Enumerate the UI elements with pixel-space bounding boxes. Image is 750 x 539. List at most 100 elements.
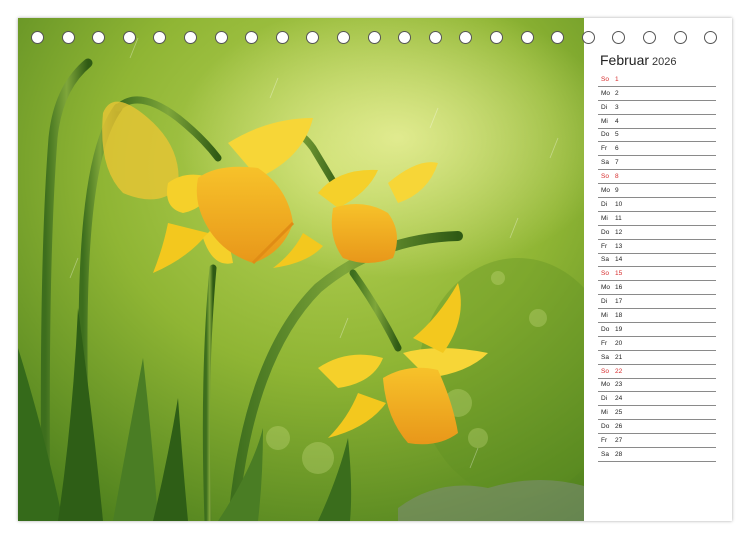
binding-ring	[214, 31, 228, 44]
weekday-label: Sa	[601, 353, 609, 361]
weekday-label: Do	[601, 423, 610, 431]
day-row: Fr 20	[598, 337, 716, 351]
weekday-label: Sa	[601, 159, 609, 167]
day-number: 9	[615, 187, 619, 195]
day-number: 15	[615, 270, 623, 278]
day-row: Sa 14	[598, 254, 716, 268]
weekday-label: Mi	[601, 409, 608, 417]
binding-ring	[643, 31, 656, 44]
day-number: 22	[615, 367, 623, 375]
calendar-page: Februar 2026 So 1 Mo 2 Di 3 Mi 4 Do 5 Fr 6 Sa 7 So 8 Mo 9 D…	[18, 18, 732, 521]
day-number: 11	[615, 214, 622, 222]
weekday-label: Mi	[601, 312, 608, 320]
binding-ring	[673, 31, 687, 44]
weekday-label: Di	[601, 200, 608, 208]
weekday-label: Mo	[601, 284, 611, 292]
binding-ring	[92, 31, 106, 44]
day-number: 21	[615, 353, 623, 361]
day-row: Sa 21	[598, 351, 716, 365]
day-row: Di 3	[598, 101, 716, 115]
binding-ring	[581, 31, 595, 44]
day-row: Mi 11	[598, 212, 716, 226]
day-number: 28	[615, 450, 623, 458]
binding-ring	[306, 31, 320, 44]
day-number: 1	[615, 75, 619, 83]
weekday-label: Mi	[601, 214, 608, 222]
weekday-label: Fr	[601, 339, 608, 347]
day-row: Do 5	[598, 129, 716, 143]
binding-ring	[520, 31, 534, 44]
binding-ring	[275, 31, 289, 44]
binding-ring	[367, 31, 381, 44]
day-number: 12	[615, 228, 623, 236]
weekday-label: Do	[601, 131, 610, 139]
weekday-label: Do	[601, 325, 610, 333]
day-list: So 1 Mo 2 Di 3 Mi 4 Do 5 Fr 6 Sa 7 So 8 Mo 9 Di 10 Mi 11 Do 12 F…	[598, 73, 716, 462]
day-number: 17	[615, 298, 623, 306]
weekday-label: So	[601, 173, 609, 181]
day-number: 10	[615, 200, 623, 208]
day-number: 3	[615, 103, 619, 111]
day-number: 19	[615, 325, 623, 333]
weekday-label: Sa	[601, 450, 609, 458]
day-row: Mi 4	[598, 115, 716, 129]
day-row: So 1	[598, 73, 716, 87]
day-number: 16	[615, 284, 623, 292]
month-name: Februar	[600, 52, 650, 68]
binding-ring	[31, 31, 44, 44]
day-number: 25	[615, 409, 623, 417]
day-row: Mo 2	[598, 87, 716, 101]
day-number: 5	[615, 131, 619, 139]
day-number: 23	[615, 381, 623, 389]
binding-ring	[337, 31, 350, 44]
day-row: Fr 13	[598, 240, 716, 254]
binding-ring	[61, 31, 75, 44]
day-number: 7	[615, 159, 619, 167]
day-row: So 8	[598, 170, 716, 185]
day-number: 6	[615, 145, 619, 153]
day-row: Mo 16	[598, 281, 716, 296]
weekday-label: Sa	[601, 256, 609, 264]
day-row: Fr 6	[598, 142, 716, 157]
binding-ring	[612, 31, 626, 44]
binding-ring	[153, 31, 167, 44]
day-row: Di 24	[598, 392, 716, 407]
day-row: Sa 7	[598, 156, 716, 171]
binding-ring	[398, 31, 412, 44]
day-number: 20	[615, 339, 623, 347]
weekday-label: Mo	[601, 381, 611, 389]
weekday-label: Di	[601, 395, 608, 403]
day-row: Di 10	[598, 198, 716, 212]
day-number: 24	[615, 395, 623, 403]
weekday-label: Di	[601, 103, 608, 111]
binding-ring	[704, 31, 718, 44]
day-number: 8	[615, 173, 619, 181]
binding-ring	[245, 31, 259, 44]
day-row: Sa 28	[598, 448, 716, 462]
weekday-label: Mi	[601, 117, 608, 125]
year: 2026	[652, 56, 677, 68]
weekday-label: Fr	[601, 145, 608, 153]
day-row: Di 17	[598, 295, 716, 310]
binding-ring	[184, 31, 197, 44]
calendar-header: Februar 2026	[600, 52, 730, 72]
day-row: Do 12	[598, 226, 716, 240]
day-number: 27	[615, 437, 623, 445]
weekday-label: So	[601, 75, 609, 83]
day-row: Mo 23	[598, 379, 716, 393]
day-number: 4	[615, 117, 619, 125]
spiral-binding	[18, 31, 732, 47]
weekday-label: Mo	[601, 187, 611, 195]
day-number: 2	[615, 89, 619, 97]
daffodil-photo	[18, 18, 584, 521]
day-row: Mo 9	[598, 184, 716, 199]
day-number: 18	[615, 312, 623, 320]
binding-ring	[490, 31, 503, 44]
day-row: Do 26	[598, 420, 716, 435]
binding-ring	[551, 31, 565, 44]
binding-ring	[428, 31, 442, 44]
weekday-label: Do	[601, 228, 610, 236]
weekday-label: Fr	[601, 242, 608, 250]
day-row: Do 19	[598, 323, 716, 337]
day-number: 26	[615, 423, 623, 431]
